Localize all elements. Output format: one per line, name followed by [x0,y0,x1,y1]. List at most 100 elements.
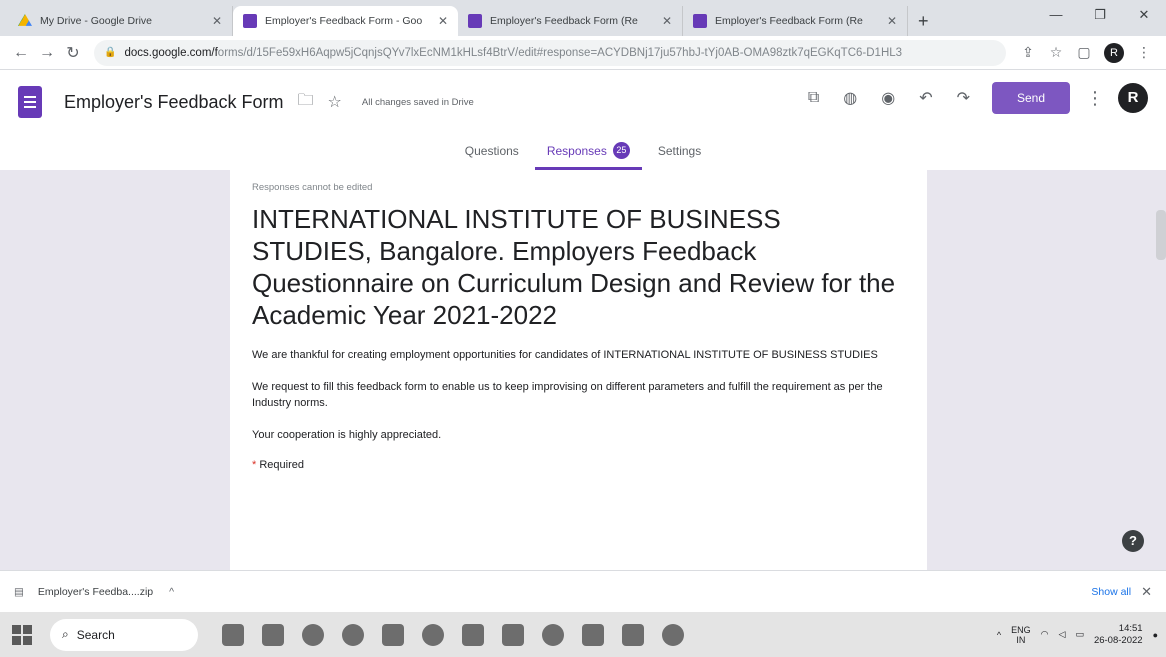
form-title: INTERNATIONAL INSTITUTE OF BUSINESS STUD… [252,204,896,330]
google-forms-logo[interactable] [18,86,42,118]
reload-icon[interactable]: ↻ [60,43,86,63]
forward-icon[interactable]: → [34,44,60,62]
share-icon[interactable]: ⇪ [1014,44,1042,61]
addons-icon[interactable]: ⧉ [808,89,819,107]
palette-icon[interactable]: ◍ [843,88,857,108]
browser-tab-strip: My Drive - Google Drive ✕ Employer's Fee… [0,0,1166,36]
drive-icon [18,14,32,26]
search-placeholder: Search [76,627,115,642]
tab-label: Settings [657,144,702,158]
url-path: orms/d/15Fe59xH6Aqpw5jCqnjsQYv7lxEcNM1kH… [217,46,903,59]
form-description-1: We are thankful for creating employment … [252,349,878,361]
undo-icon[interactable]: ↶ [919,88,932,108]
edge-icon[interactable] [422,623,444,646]
weather-icon[interactable] [302,623,324,646]
battery-icon[interactable]: ▭ [1075,629,1084,640]
app-icon[interactable] [582,623,604,646]
browser-menu-icon[interactable]: ⋮ [1130,44,1158,61]
date: 26-08-2022 [1093,634,1143,646]
time: 14:51 [1118,622,1143,634]
tab-questions[interactable]: Questions [453,134,531,170]
tab-title: My Drive - Google Drive [40,15,153,27]
minimize-icon[interactable]: — [1034,0,1078,30]
app-icon[interactable] [662,623,684,646]
browser-tab-form-responses[interactable]: Employer's Feedback Form (Re ✕ [458,6,683,36]
tab-title: Employer's Feedback Form - Goo [265,15,423,27]
lang-code: ENG [1011,624,1031,635]
forms-icon [468,14,482,28]
back-icon[interactable]: ← [8,44,34,62]
browser-toolbar: ← → ↻ 🔒 docs.google.com/f orms/d/15Fe59x… [0,36,1166,70]
browser-tab-form-responses-2[interactable]: Employer's Feedback Form (Re ✕ [683,6,908,36]
tab-title: Employer's Feedback Form (Re [490,15,638,27]
app-icon[interactable] [502,623,524,646]
form-canvas: Responses cannot be edited INTERNATIONAL… [0,170,1166,570]
account-avatar[interactable]: R [1118,83,1148,113]
responses-count-badge: 25 [612,142,630,159]
sidepanel-icon[interactable]: ▢ [1070,44,1098,61]
close-tab-icon[interactable]: ✕ [212,14,222,28]
file-explorer-icon[interactable] [262,623,284,646]
required-asterisk: * [252,459,257,471]
bookmark-star-icon[interactable]: ☆ [1042,44,1070,61]
clock[interactable]: 14:51 26-08-2022 [1094,623,1143,647]
app-icon[interactable] [622,623,644,646]
browser-profile-avatar[interactable]: R [1104,42,1124,63]
show-all-link[interactable]: Show all [1091,586,1131,598]
redo-icon[interactable]: ↷ [957,88,970,108]
chevron-up-icon[interactable]: ^ [169,586,174,598]
form-description-2: We request to fill this feedback form to… [252,381,883,409]
form-tabs: Questions Responses 25 Settings [0,134,1166,170]
lock-icon: 🔒 [104,47,117,58]
notifications-icon[interactable]: ● [1153,630,1158,640]
save-status: All changes saved in Drive [361,96,474,108]
page-scrollbar[interactable] [1156,210,1166,260]
language-indicator[interactable]: ENG IN [1011,625,1031,645]
folder-icon[interactable]: 🗀 [298,89,314,116]
form-header-card: Responses cannot be edited INTERNATIONAL… [230,170,927,570]
browser-tab-form-edit[interactable]: Employer's Feedback Form - Goo ✕ [233,6,458,36]
close-window-icon[interactable]: ✕ [1122,0,1166,30]
store-icon[interactable] [462,623,484,646]
help-icon[interactable]: ? [1122,530,1144,552]
windows-taskbar: ⌕ Search ^ ENG IN ◠ ◁ ▭ 14:51 26-08-2022… [0,612,1166,657]
close-tab-icon[interactable]: ✕ [662,14,672,28]
download-bar: ▤ Employer's Feedba....zip ^ Show all ✕ [0,570,1166,612]
tab-label: Responses [546,144,607,158]
browser-tab-drive[interactable]: My Drive - Google Drive ✕ [8,6,233,36]
chat-icon[interactable] [342,623,364,646]
star-icon[interactable]: ☆ [328,92,342,112]
volume-icon[interactable]: ◁ [1059,629,1066,640]
tab-label: Questions [464,144,519,158]
close-tab-icon[interactable]: ✕ [887,14,897,28]
preview-eye-icon[interactable]: ◉ [881,88,895,108]
header-actions: ⧉ ◍ ◉ ↶ ↷ Send ⋮ R [796,82,1148,114]
send-button[interactable]: Send [992,82,1070,114]
forms-icon [243,14,257,28]
more-options-icon[interactable]: ⋮ [1086,88,1104,109]
new-tab-icon[interactable]: + [918,6,929,36]
app-icon[interactable] [382,623,404,646]
forms-header: Employer's Feedback Form 🗀 ☆ All changes… [0,70,1166,134]
tray-chevron-icon[interactable]: ^ [997,630,1001,640]
taskbar-search[interactable]: ⌕ Search [50,618,198,651]
url-host: docs.google.com/f [124,46,218,59]
windows-start-icon[interactable] [12,624,32,645]
zip-file-icon: ▤ [14,585,24,598]
widgets-icon[interactable] [222,623,244,646]
chrome-icon[interactable] [542,623,564,646]
tab-responses[interactable]: Responses 25 [534,134,642,170]
wifi-icon[interactable]: ◠ [1041,629,1049,640]
close-download-bar-icon[interactable]: ✕ [1141,584,1152,600]
download-bar-actions: Show all ✕ [1091,584,1152,600]
forms-icon [693,14,707,28]
download-file-name[interactable]: Employer's Feedba....zip [38,586,153,598]
address-bar[interactable]: 🔒 docs.google.com/f orms/d/15Fe59xH6Aqpw… [94,39,1006,66]
tab-settings[interactable]: Settings [646,134,713,170]
cannot-edit-note: Responses cannot be edited [252,182,373,193]
taskbar-apps [222,623,684,646]
maximize-icon[interactable]: ❐ [1078,0,1122,30]
document-title[interactable]: Employer's Feedback Form [64,92,284,113]
close-tab-icon[interactable]: ✕ [438,14,448,28]
required-text: Required [259,459,304,471]
